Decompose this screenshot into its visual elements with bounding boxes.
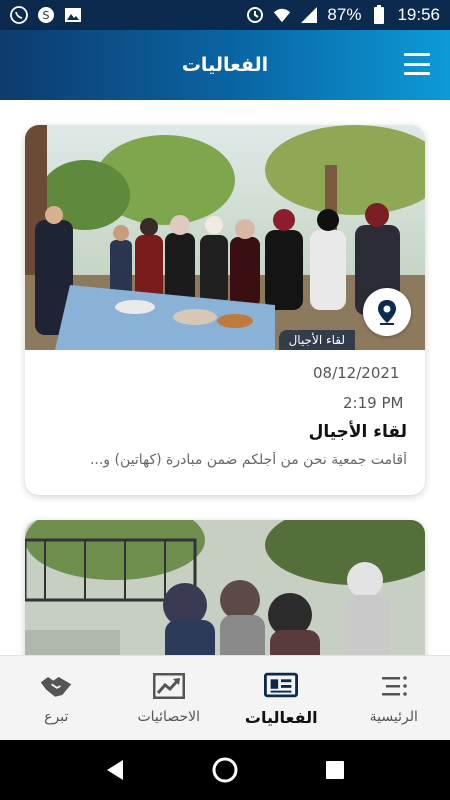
nav-label-events: الفعاليات	[244, 707, 318, 727]
photo-banner-text: لقاء الأجيال	[278, 330, 355, 350]
home-list-icon	[377, 671, 411, 701]
handshake-icon	[39, 671, 73, 701]
nav-events[interactable]: الفعاليات	[225, 656, 338, 740]
nav-label-home: الرئيسية	[369, 709, 418, 725]
skype-icon: S	[37, 6, 55, 24]
whatsapp-icon	[10, 6, 28, 24]
chart-icon	[152, 671, 186, 701]
recents-icon[interactable]	[315, 750, 355, 790]
back-icon[interactable]	[95, 750, 135, 790]
app-bar: الفعاليات	[0, 30, 450, 100]
signal-icon	[300, 6, 318, 24]
status-bar: S 87% 19:56	[0, 0, 450, 30]
bottom-navigation: تبرع الاحصائيات الفعاليات الرئيسية	[0, 655, 450, 740]
newspaper-icon	[264, 670, 299, 700]
page-title: الفعاليات	[181, 54, 269, 76]
event-excerpt: أقامت جمعية نحن من أجلكم ضمن مبادرة (كها…	[89, 452, 407, 468]
sync-icon	[246, 6, 264, 24]
svg-text:S: S	[43, 9, 50, 22]
events-list[interactable]: لقاء الأجيال 08/12/2021 2:19 PM لقاء الأ…	[0, 100, 450, 655]
event-details: 08/12/2021 2:19 PM لقاء الأجيال أقامت جم…	[25, 350, 425, 478]
wifi-icon	[273, 6, 291, 24]
app-screen: S 87% 19:56 الفعاليات لقاء الأجيال 08/12…	[0, 0, 450, 800]
status-right: 87% 19:56	[246, 5, 440, 25]
event-time: 2:19 PM	[343, 394, 404, 412]
home-icon[interactable]	[205, 750, 245, 790]
nav-donate[interactable]: تبرع	[0, 656, 113, 740]
gallery-icon	[64, 6, 82, 24]
nav-label-statistics: الاحصائيات	[137, 709, 200, 725]
status-left: S	[10, 6, 82, 24]
nav-label-donate: تبرع	[44, 709, 69, 725]
menu-icon[interactable]	[404, 53, 430, 75]
clock: 19:56	[397, 5, 440, 24]
location-pin-icon[interactable]	[363, 288, 411, 336]
nav-statistics[interactable]: الاحصائيات	[113, 656, 226, 740]
event-date: 08/12/2021	[313, 364, 400, 382]
event-title[interactable]: لقاء الأجيال	[43, 422, 407, 442]
battery-percent: 87%	[327, 5, 362, 24]
event-photo: لقاء الأجيال	[25, 125, 425, 350]
event-card[interactable]	[25, 520, 425, 655]
event-card[interactable]: لقاء الأجيال 08/12/2021 2:19 PM لقاء الأ…	[25, 125, 425, 495]
event-photo	[25, 520, 425, 655]
system-navigation	[0, 740, 450, 800]
nav-home[interactable]: الرئيسية	[338, 656, 450, 740]
battery-icon	[370, 5, 388, 24]
